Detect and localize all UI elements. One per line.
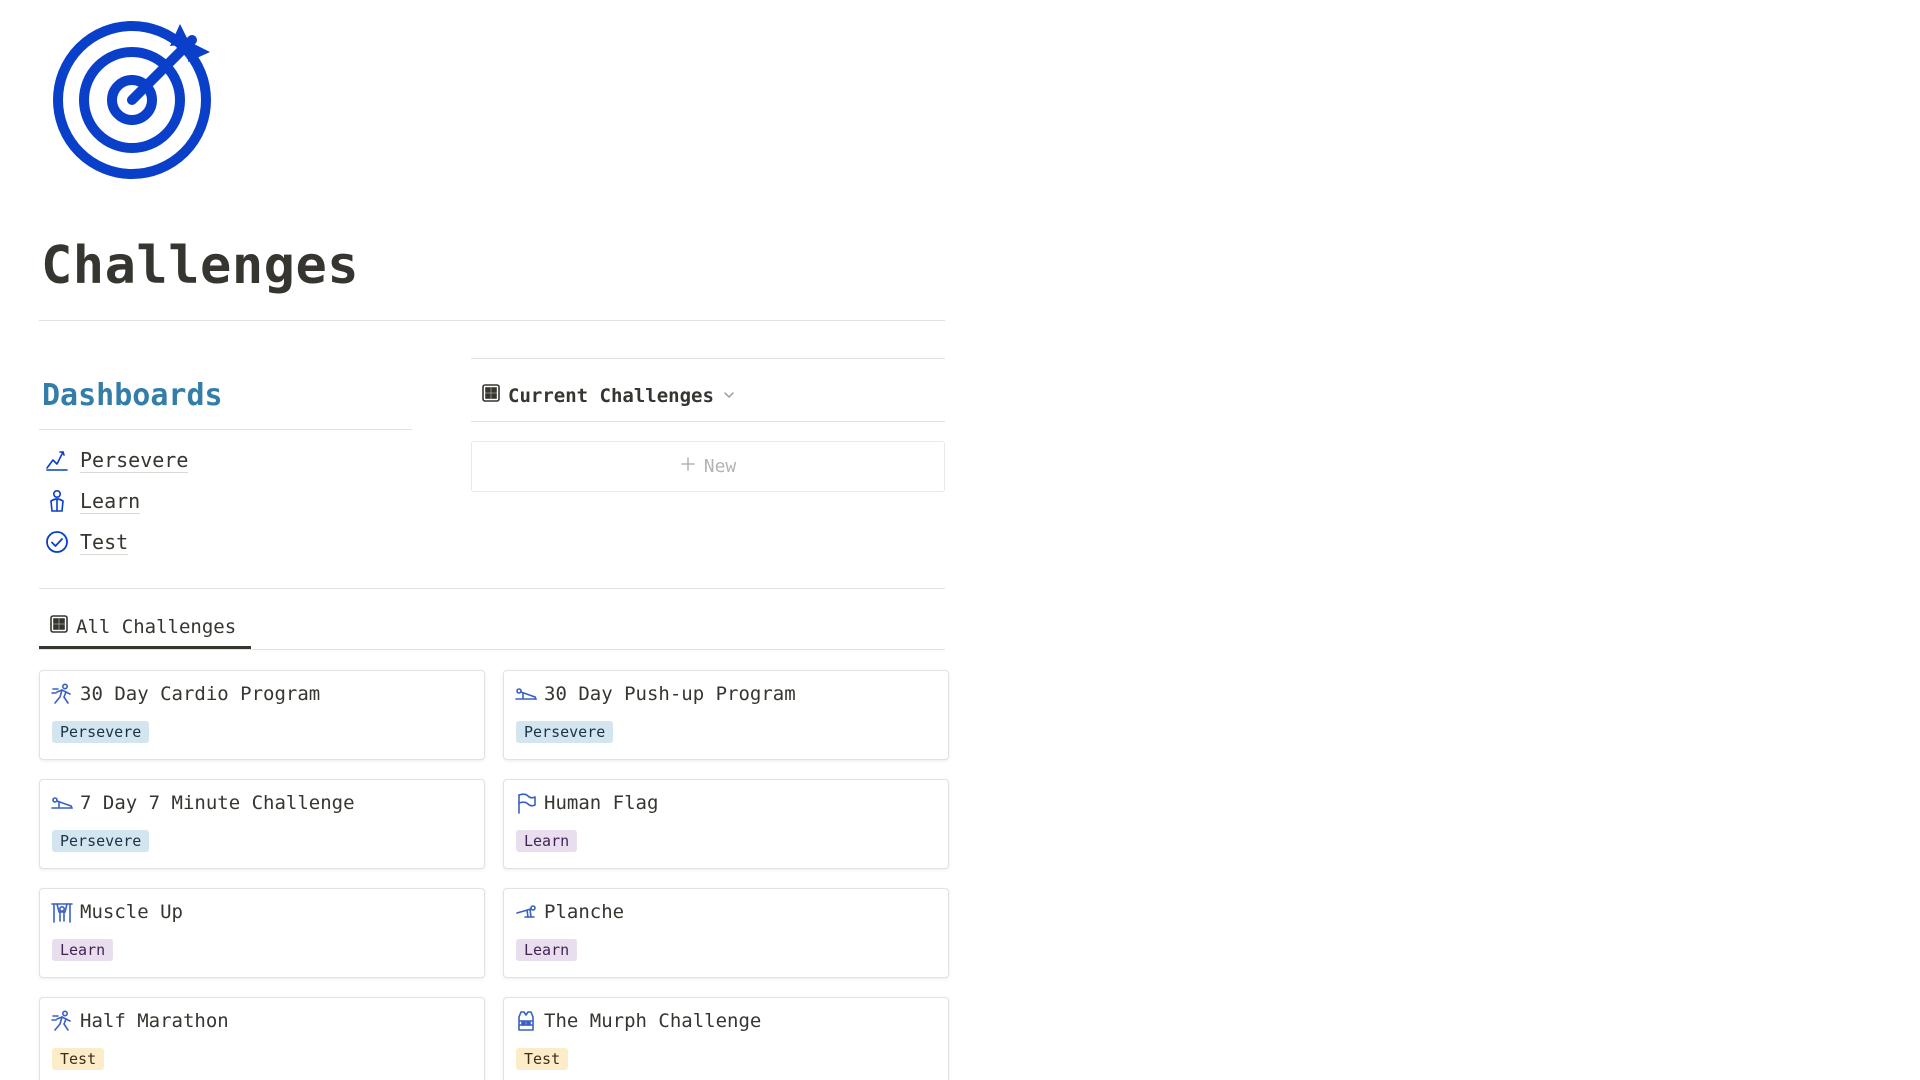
gallery-card[interactable]: 30 Day Cardio Program Persevere: [39, 670, 485, 760]
gallery-card[interactable]: 7 Day 7 Minute Challenge Persevere: [39, 779, 485, 869]
dashboard-label: Persevere: [80, 447, 189, 473]
challenges-page: Challenges Dashboards Persevere Learn Te…: [0, 0, 1920, 1080]
current-view-divider: [471, 421, 945, 422]
runner-icon: [50, 1009, 74, 1033]
flag-icon: [514, 791, 538, 815]
tabs-divider: [39, 649, 945, 650]
new-item-button[interactable]: New: [471, 441, 945, 492]
section-divider: [39, 588, 945, 589]
table-icon: [482, 384, 500, 407]
card-title: Planche: [544, 901, 625, 923]
runner-icon: [50, 682, 74, 706]
category-tag: Persevere: [516, 721, 614, 743]
card-title: 30 Day Push-up Program: [544, 683, 796, 705]
card-title: Human Flag: [544, 792, 659, 814]
category-tag: Test: [52, 1048, 105, 1070]
dashboard-label: Test: [80, 529, 129, 555]
target-icon[interactable]: [52, 18, 214, 180]
gallery-card[interactable]: 30 Day Push-up Program Persevere: [503, 670, 949, 760]
dashboards-divider: [39, 429, 412, 430]
dashboards-heading: Dashboards: [42, 378, 223, 413]
gallery-card[interactable]: Half Marathon Test: [39, 997, 485, 1080]
gallery-card[interactable]: Human Flag Learn: [503, 779, 949, 869]
category-tag: Persevere: [52, 830, 150, 852]
category-tag: Persevere: [52, 721, 150, 743]
vest-icon: [514, 1009, 538, 1033]
page-title: Challenges: [41, 236, 360, 296]
current-view-top-divider: [471, 358, 945, 359]
table-icon: [50, 615, 68, 638]
dashboard-link-test[interactable]: Test: [44, 526, 129, 558]
pushup-icon: [50, 791, 74, 815]
title-divider: [39, 320, 945, 321]
chevron-down-icon[interactable]: [722, 385, 736, 407]
dashboard-link-learn[interactable]: Learn: [44, 485, 141, 517]
person-icon: [44, 488, 70, 514]
view-label: Current Challenges: [508, 384, 714, 407]
category-tag: Learn: [52, 939, 114, 961]
check-circle-icon: [44, 529, 70, 555]
category-tag: Learn: [516, 939, 578, 961]
chart-line-icon: [44, 447, 70, 473]
category-tag: Test: [516, 1048, 569, 1070]
card-title: Half Marathon: [80, 1010, 229, 1032]
card-title: 7 Day 7 Minute Challenge: [80, 792, 355, 814]
dashboard-link-persevere[interactable]: Persevere: [44, 444, 189, 476]
card-title: 30 Day Cardio Program: [80, 683, 321, 705]
gallery-card[interactable]: The Murph Challenge Test: [503, 997, 949, 1080]
card-title: Muscle Up: [80, 901, 183, 923]
card-title: The Murph Challenge: [544, 1010, 762, 1032]
dashboard-label: Learn: [80, 488, 141, 514]
category-tag: Learn: [516, 830, 578, 852]
gallery-card[interactable]: Planche Learn: [503, 888, 949, 978]
new-label: New: [703, 456, 737, 477]
tab-all-challenges[interactable]: All Challenges: [50, 615, 236, 638]
pushup-icon: [514, 682, 538, 706]
gallery-card[interactable]: Muscle Up Learn: [39, 888, 485, 978]
pullup-icon: [50, 900, 74, 924]
tab-current-challenges[interactable]: Current Challenges: [482, 384, 736, 407]
plus-icon: [680, 456, 696, 477]
view-label: All Challenges: [76, 615, 237, 638]
planche-icon: [514, 900, 538, 924]
